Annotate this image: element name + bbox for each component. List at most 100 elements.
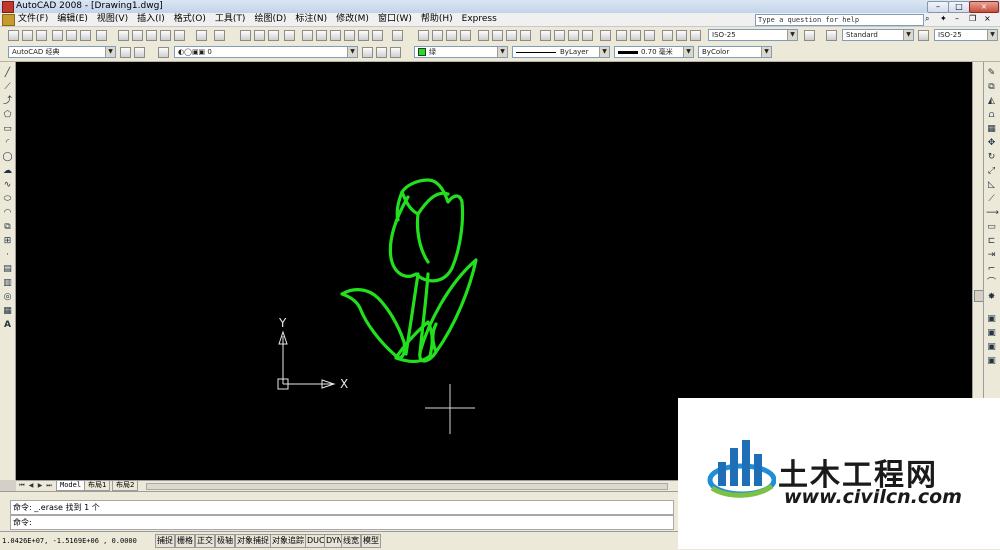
linetype-select[interactable]: ByLayer ▼ (512, 46, 610, 58)
text-front-icon[interactable]: ▣ (986, 356, 997, 367)
close-button[interactable]: × (969, 1, 999, 13)
draworder-icon[interactable]: ▣ (986, 314, 997, 325)
circle-icon[interactable]: ◯ (2, 152, 13, 163)
layer-select[interactable]: ◐◯▣▣ 0 ▼ (174, 46, 358, 58)
break-icon[interactable]: ⊏ (986, 236, 997, 247)
command-input[interactable]: 命令: (10, 515, 674, 530)
fillet-icon[interactable]: ⌒ (986, 278, 997, 289)
polyline-icon[interactable]: ⤴ (2, 96, 13, 107)
copy-object-icon[interactable]: ⧉ (986, 82, 997, 93)
polygon-icon[interactable]: ⬠ (2, 110, 13, 121)
redo-icon[interactable] (214, 30, 225, 41)
menu-express[interactable]: Express (462, 13, 497, 26)
block-editor-icon[interactable] (174, 30, 185, 41)
multiline-text-icon[interactable]: A (2, 320, 13, 331)
ellipse-arc-icon[interactable]: ◠ (2, 208, 13, 219)
tab-layout1[interactable]: 布局1 (84, 481, 111, 491)
join-icon[interactable]: ⇥ (986, 250, 997, 261)
horizontal-scrollbar[interactable] (146, 483, 668, 490)
doc-minimize-button[interactable]: – (955, 14, 965, 24)
first-tab-button[interactable]: ⏮ (18, 482, 26, 489)
dim-style-select[interactable]: ISO-25 ▼ (708, 29, 798, 41)
chamfer-icon[interactable]: ⌐ (986, 264, 997, 275)
mirror-icon[interactable]: ◭ (986, 96, 997, 107)
grid-toggle[interactable]: 栅格 (175, 534, 195, 548)
text-style-select[interactable]: Standard ▼ (842, 29, 914, 41)
dim-space-icon[interactable] (582, 30, 593, 41)
tab-model[interactable]: Model (56, 481, 86, 491)
zoom-window-icon[interactable] (268, 30, 279, 41)
menu-modify[interactable]: 修改(M) (336, 13, 369, 26)
inspect-icon[interactable] (630, 30, 641, 41)
spline-icon[interactable]: ∿ (2, 180, 13, 191)
insert-block-icon[interactable]: ⧉ (2, 222, 13, 233)
search-icon[interactable]: ⌕ (925, 14, 935, 24)
zoom-previous-icon[interactable] (284, 30, 295, 41)
sheet-set-icon[interactable] (344, 30, 355, 41)
revision-cloud-icon[interactable]: ☁ (2, 166, 13, 177)
gradient-icon[interactable]: ▥ (2, 278, 13, 289)
3d-dwf-icon[interactable] (96, 30, 107, 41)
cut-icon[interactable] (118, 30, 129, 41)
jogged-linear-icon[interactable] (644, 30, 655, 41)
tool-palettes-icon[interactable] (330, 30, 341, 41)
match-properties-icon[interactable] (160, 30, 171, 41)
minimize-button[interactable]: – (927, 1, 949, 13)
workspace-save-icon[interactable] (134, 47, 145, 58)
menu-file[interactable]: 文件(F) (18, 13, 48, 26)
plotstyle-select[interactable]: ByColor ▼ (698, 46, 772, 58)
lineweight-toggle[interactable]: 线宽 (341, 534, 361, 548)
preview-icon[interactable] (66, 30, 77, 41)
construction-line-icon[interactable]: ⟋ (2, 82, 13, 93)
otrack-toggle[interactable]: 对象追踪 (270, 534, 306, 548)
move-icon[interactable]: ✥ (986, 138, 997, 149)
stretch-icon[interactable]: ◺ (986, 180, 997, 191)
aligned-dim-icon[interactable] (432, 30, 443, 41)
doc-close-button[interactable]: × (984, 14, 994, 24)
continue-dim-icon[interactable] (568, 30, 579, 41)
arc-icon[interactable]: ◜ (2, 138, 13, 149)
ordinate-dim-icon[interactable] (460, 30, 471, 41)
save-icon[interactable] (36, 30, 47, 41)
layer-states-icon[interactable] (390, 47, 401, 58)
publish-icon[interactable] (80, 30, 91, 41)
polar-toggle[interactable]: 极轴 (215, 534, 235, 548)
lineweight-select[interactable]: 0.70 毫米 ▼ (614, 46, 694, 58)
document-menu-icon[interactable] (2, 14, 15, 26)
prev-tab-button[interactable]: ◀ (27, 482, 35, 489)
arc-length-icon[interactable] (446, 30, 457, 41)
dim-style-manager-icon[interactable] (804, 30, 815, 41)
jogged-dim-icon[interactable] (492, 30, 503, 41)
model-toggle[interactable]: 模型 (361, 534, 381, 548)
scale-icon[interactable]: ⤢ (986, 166, 997, 177)
ellipse-icon[interactable]: ⬭ (2, 194, 13, 205)
help-icon[interactable] (392, 30, 403, 41)
menu-window[interactable]: 窗口(W) (378, 13, 412, 26)
open-icon[interactable] (22, 30, 33, 41)
menu-dimension[interactable]: 标注(N) (295, 13, 327, 26)
workspace-select[interactable]: AutoCAD 经典 ▼ (8, 46, 116, 58)
help-search-input[interactable]: Type a question for help (755, 14, 924, 26)
help-star-icon[interactable]: ✦ (940, 14, 950, 24)
offset-icon[interactable]: ⩍ (986, 110, 997, 121)
tab-layout2[interactable]: 布局2 (112, 481, 139, 491)
send-back-icon[interactable]: ▣ (986, 342, 997, 353)
copy-icon[interactable] (132, 30, 143, 41)
region-icon[interactable]: ◎ (2, 292, 13, 303)
diameter-dim-icon[interactable] (506, 30, 517, 41)
autocad-app-icon[interactable] (2, 1, 14, 13)
line-icon[interactable]: ╱ (2, 68, 13, 79)
layer-previous-icon[interactable] (376, 47, 387, 58)
trim-icon[interactable]: ⟋ (986, 194, 997, 205)
dim-edit-icon[interactable] (662, 30, 673, 41)
new-icon[interactable] (8, 30, 19, 41)
linear-dim-icon[interactable] (418, 30, 429, 41)
menu-edit[interactable]: 编辑(E) (57, 13, 88, 26)
table-style-manager-icon[interactable] (918, 30, 929, 41)
plot-icon[interactable] (52, 30, 63, 41)
maximize-button[interactable]: □ (948, 1, 970, 13)
make-block-icon[interactable]: ⊞ (2, 236, 13, 247)
hatch-icon[interactable]: ▤ (2, 264, 13, 275)
table-style-select[interactable]: ISO-25 ▼ (934, 29, 998, 41)
snap-toggle[interactable]: 捕捉 (155, 534, 175, 548)
